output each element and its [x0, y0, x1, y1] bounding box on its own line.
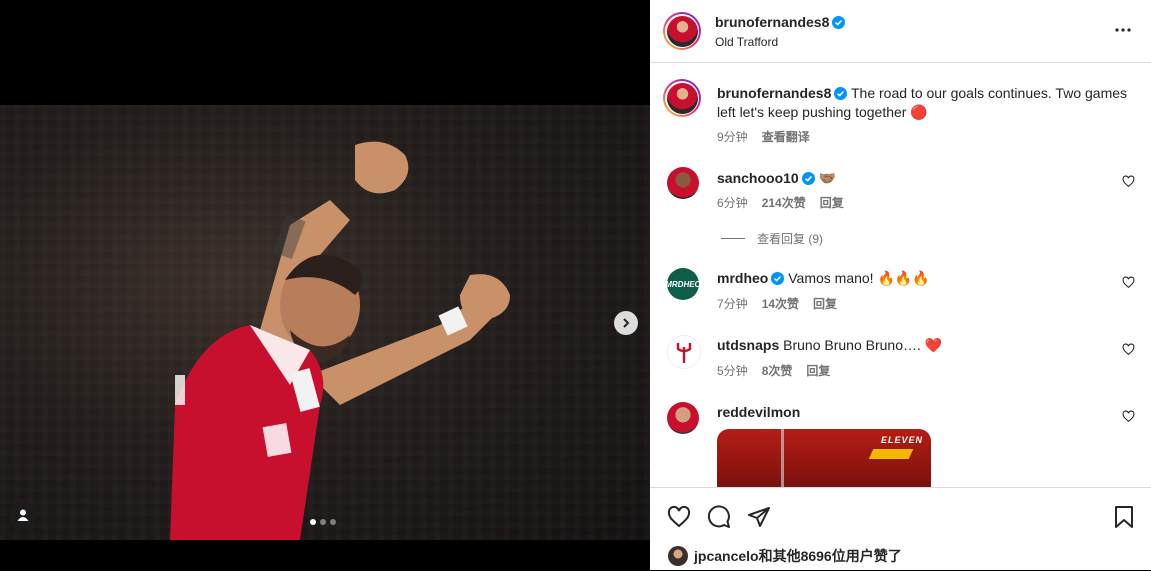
likes-text: jpcancelo和其他8696位用户赞了	[694, 548, 902, 564]
verified-badge-icon	[801, 172, 815, 185]
comments-list: brunofernandes8 The road to our goals co…	[650, 63, 1151, 487]
comment-body: sanchooo10 🤝🏽	[717, 169, 836, 188]
caption-meta: 9分钟 查看翻译	[717, 128, 810, 145]
post-media	[0, 0, 650, 570]
comment-body: reddevilmon	[717, 403, 800, 422]
commenter-username[interactable]: mrdheo	[717, 270, 768, 286]
comment-heart-icon[interactable]	[1122, 410, 1135, 423]
comment-meta: 6分钟 214次赞 回复	[717, 194, 844, 211]
carousel-dot	[320, 519, 326, 525]
share-icon[interactable]	[747, 505, 771, 529]
comment-meta: 7分钟 14次赞 回复	[717, 295, 837, 312]
comment-likes[interactable]: 214次赞	[762, 194, 806, 211]
caption-avatar-image	[666, 82, 698, 114]
reply-button[interactable]: 回复	[806, 362, 830, 379]
trident-logo-icon	[676, 343, 692, 363]
comment-body: utdsnaps Bruno Bruno Bruno…. ❤️	[717, 336, 942, 355]
gif-graphic	[868, 449, 914, 459]
reply-button[interactable]: 回复	[820, 194, 844, 211]
replies-divider	[721, 238, 745, 239]
heart-icon[interactable]	[667, 505, 691, 529]
comment-heart-icon[interactable]	[1122, 175, 1135, 188]
commenter-avatar[interactable]	[667, 402, 699, 434]
verified-badge-icon	[771, 272, 785, 285]
post-side-panel: brunofernandes8 Old Trafford brunofernan…	[650, 0, 1151, 570]
gif-watermark: ELEVEN	[880, 435, 923, 445]
verified-badge-icon	[832, 16, 846, 29]
chevron-right-icon	[623, 318, 630, 328]
see-translation-link[interactable]: 查看翻译	[762, 128, 810, 145]
author-username[interactable]: brunofernandes8	[715, 14, 829, 30]
comment-gif[interactable]: ELEVEN	[717, 429, 931, 487]
commenter-username[interactable]: sanchooo10	[717, 170, 799, 186]
comment-likes[interactable]: 8次赞	[762, 362, 793, 379]
comment-meta: 5分钟 8次赞 回复	[717, 362, 830, 379]
more-horizontal-icon[interactable]	[1115, 22, 1131, 38]
liker-avatar	[668, 546, 688, 566]
comment-heart-icon[interactable]	[1122, 276, 1135, 289]
comment-text: Vamos mano! 🔥🔥🔥	[788, 270, 930, 286]
commenter-username[interactable]: reddevilmon	[717, 404, 800, 420]
view-replies-label: 查看回复 (9)	[757, 232, 824, 246]
carousel-dot	[310, 519, 316, 525]
goal-post	[781, 429, 784, 487]
comment-heart-icon[interactable]	[1122, 343, 1135, 356]
reply-button[interactable]: 回复	[813, 295, 837, 312]
commenter-avatar[interactable]	[667, 335, 701, 369]
player-celebrating-illustration	[170, 141, 510, 540]
view-replies-button[interactable]: 查看回复 (9)	[721, 230, 823, 247]
likes-summary[interactable]: jpcancelo和其他8696位用户赞了	[668, 546, 902, 566]
caption-time[interactable]: 9分钟	[717, 128, 748, 145]
commenter-username[interactable]: utdsnaps	[717, 337, 779, 353]
author-avatar[interactable]	[663, 12, 701, 50]
post-location[interactable]: Old Trafford	[715, 35, 778, 49]
caption-username[interactable]: brunofernandes8	[717, 85, 831, 101]
comment-time[interactable]: 5分钟	[717, 362, 748, 379]
post-photo	[0, 105, 650, 540]
comment-time[interactable]: 7分钟	[717, 295, 748, 312]
comment-text: 🤝🏽	[818, 170, 837, 186]
user-tag-icon	[17, 509, 29, 521]
author-avatar-image	[666, 15, 698, 47]
carousel-dots	[310, 519, 336, 525]
post-caption: brunofernandes8 The road to our goals co…	[717, 84, 1131, 122]
next-slide-button[interactable]	[614, 311, 638, 335]
comment-icon[interactable]	[707, 505, 731, 529]
commenter-avatar[interactable]	[667, 167, 699, 199]
post-header: brunofernandes8 Old Trafford	[650, 0, 1151, 63]
comment-body: mrdheo Vamos mano! 🔥🔥🔥	[717, 269, 930, 288]
bookmark-icon[interactable]	[1113, 505, 1135, 529]
avatar-logo: MRDHEO	[667, 279, 699, 289]
user-tag-button[interactable]	[9, 501, 37, 529]
commenter-avatar[interactable]: MRDHEO	[667, 268, 699, 300]
post-actions: jpcancelo和其他8696位用户赞了	[650, 487, 1151, 571]
caption-avatar[interactable]	[663, 79, 701, 117]
carousel-dot	[330, 519, 336, 525]
caption-emoji: 🔴	[910, 104, 928, 120]
verified-badge-icon	[834, 87, 848, 100]
comment-likes[interactable]: 14次赞	[762, 295, 799, 312]
comment-text: Bruno Bruno Bruno…. ❤️	[783, 337, 943, 353]
comment-time[interactable]: 6分钟	[717, 194, 748, 211]
